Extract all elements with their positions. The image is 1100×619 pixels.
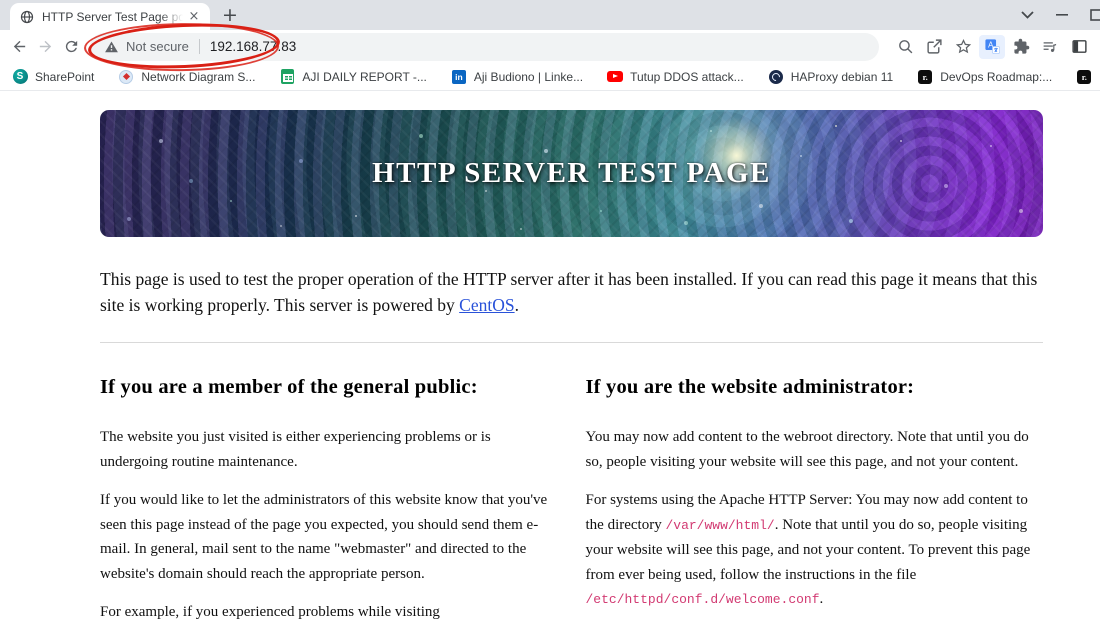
centos-link[interactable]: CentOS	[459, 295, 514, 315]
general-public-section: If you are a member of the general publi…	[100, 376, 558, 619]
reload-icon	[65, 40, 77, 53]
admin-heading: If you are the website administrator:	[585, 376, 915, 398]
bookmark-aji-daily-report[interactable]: AJI DAILY REPORT -...	[279, 69, 427, 85]
public-heading: If you are a member of the general publi…	[100, 376, 478, 398]
intro-text: This page is used to test the proper ope…	[100, 269, 1038, 315]
linkedin-icon: in	[451, 69, 466, 84]
search-button[interactable]	[892, 35, 918, 59]
security-label[interactable]: Not secure	[126, 39, 189, 54]
bookmark-sharepoint[interactable]: S SharePoint	[12, 69, 94, 85]
browser-tab[interactable]: HTTP Server Test Page powered ×	[10, 3, 210, 30]
browser-window: HTTP Server Test Page powered × + Not se…	[0, 0, 1100, 619]
bookmark-label: DevOps Roadmap:...	[940, 69, 1053, 84]
tab-title: HTTP Server Test Page powered	[42, 9, 186, 24]
divider-rule	[100, 342, 1043, 343]
back-button[interactable]	[6, 34, 32, 60]
star-icon	[955, 38, 971, 54]
url-text[interactable]: 192.168.77.83	[210, 39, 296, 54]
page-content: HTTP SERVER TEST PAGE This page is used …	[0, 91, 1100, 619]
reload-button[interactable]	[58, 34, 84, 60]
bookmark-label: Network Diagram S...	[141, 69, 256, 84]
side-panel-button[interactable]	[1066, 35, 1092, 59]
browser-toolbar: Not secure 192.168.77.83 A	[0, 30, 1100, 63]
back-arrow-icon	[13, 40, 25, 53]
chevron-down-icon[interactable]	[1021, 11, 1034, 19]
globe-icon	[20, 10, 34, 23]
bookmark-haproxy-debian[interactable]: HAProxy debian 11	[768, 69, 894, 85]
public-paragraph-1: The website you just visited is either e…	[100, 429, 491, 470]
bookmark-label: AJI DAILY REPORT -...	[302, 69, 427, 84]
address-bar[interactable]: Not secure 192.168.77.83	[90, 32, 879, 61]
admin-paragraph-1: You may now add content to the webroot d…	[585, 429, 1029, 470]
bookmark-label: Aji Budiono | Linke...	[473, 69, 584, 84]
page-title: HTTP SERVER TEST PAGE	[372, 157, 771, 189]
maximize-icon[interactable]	[1090, 9, 1100, 21]
omnibox-divider	[198, 39, 200, 54]
roadmap-icon: r.	[1077, 69, 1092, 84]
bookmark-linkedin[interactable]: in Aji Budiono | Linke...	[451, 69, 583, 85]
minimize-icon[interactable]	[1056, 14, 1068, 16]
bookmarks-bar: S SharePoint Network Diagram S... AJI DA…	[0, 63, 1100, 91]
extensions-button[interactable]	[1008, 35, 1034, 59]
code-path-welcome-conf: /etc/httpd/conf.d/welcome.conf	[585, 592, 820, 607]
bookmark-devops-roadmap[interactable]: r. DevOps Roadmap:...	[917, 69, 1052, 85]
network-diagram-icon	[119, 69, 134, 84]
bookmark-star-button[interactable]	[950, 35, 976, 59]
roadmap-icon: r.	[918, 69, 933, 84]
extensions-puzzle-icon	[1013, 38, 1029, 54]
warning-triangle-icon	[105, 40, 118, 52]
bookmark-label: SharePoint	[35, 69, 95, 84]
public-paragraph-2: If you would like to let the administrat…	[100, 492, 548, 582]
admin-paragraph-2: For systems using the Apache HTTP Server…	[585, 492, 1031, 607]
forward-button[interactable]	[32, 34, 58, 60]
media-playlist-icon	[1043, 42, 1057, 52]
youtube-icon	[607, 71, 624, 82]
website-admin-section: If you are the website administrator: Yo…	[586, 376, 1044, 619]
debian-circle-icon	[768, 69, 783, 84]
share-button[interactable]	[921, 35, 947, 59]
bookmark-docker-roadmap[interactable]: r. Docker Roadmap -...	[1076, 69, 1100, 85]
translate-icon: A	[984, 39, 1000, 54]
tab-strip: HTTP Server Test Page powered × +	[0, 0, 1100, 30]
media-controls-button[interactable]	[1037, 35, 1063, 59]
intro-period: .	[514, 295, 519, 315]
bookmark-youtube[interactable]: Tutup DDOS attack...	[607, 69, 744, 85]
banner-image: HTTP SERVER TEST PAGE	[100, 110, 1043, 237]
banner-speckles	[100, 110, 102, 112]
translate-button[interactable]: A	[979, 34, 1005, 59]
search-icon	[898, 40, 912, 54]
forward-arrow-icon	[39, 40, 51, 53]
google-sheets-icon	[280, 69, 294, 84]
code-path-webroot: /var/www/html/	[665, 517, 775, 533]
intro-paragraph: This page is used to test the proper ope…	[100, 266, 1043, 318]
new-tab-button[interactable]: +	[216, 1, 244, 29]
bookmark-network-diagram[interactable]: Network Diagram S...	[118, 69, 255, 85]
bookmark-label: HAProxy debian 11	[790, 69, 894, 84]
bookmark-label: Tutup DDOS attack...	[630, 69, 744, 84]
tab-close-icon[interactable]: ×	[186, 9, 202, 25]
side-panel-icon	[1071, 40, 1087, 53]
sharepoint-icon: S	[12, 69, 28, 84]
public-paragraph-3: For example, if you experienced problems…	[100, 604, 440, 619]
share-icon	[926, 39, 942, 54]
window-controls	[1021, 0, 1100, 30]
